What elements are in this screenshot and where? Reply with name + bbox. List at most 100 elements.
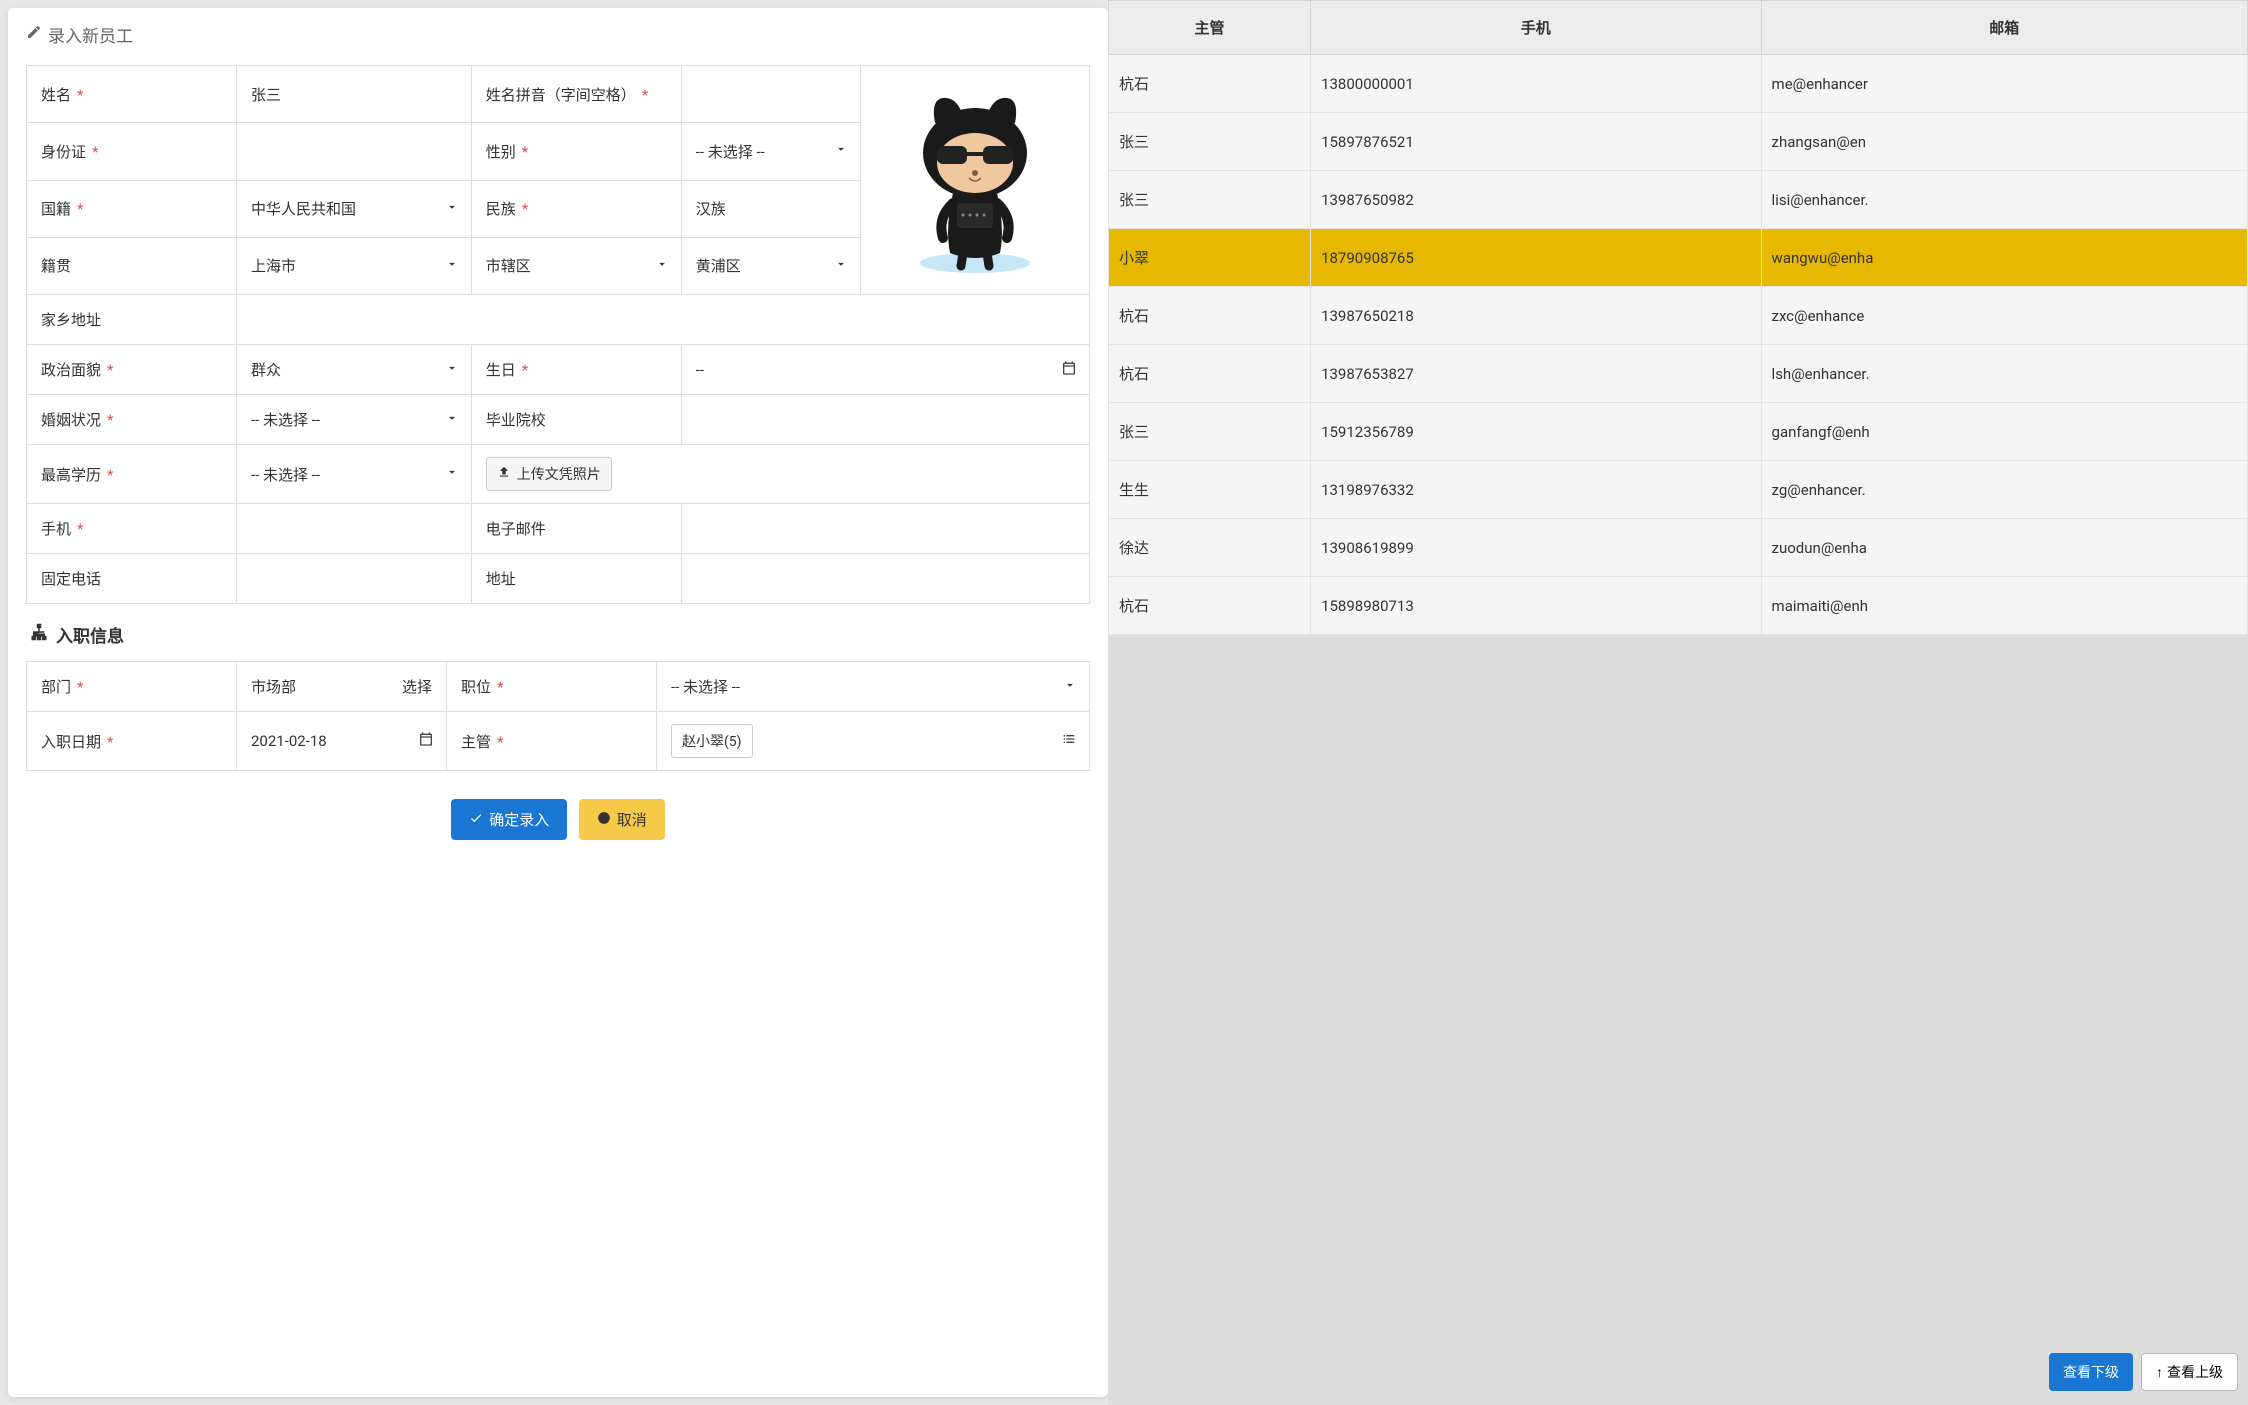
table-cell: 13198976332 [1311,461,1761,519]
table-row[interactable]: 张三15897876521zhangsan@en [1109,113,2248,171]
political-label: 政治面貌* [27,345,237,395]
dept-select-link[interactable]: 选择 [402,676,432,697]
avatar-image[interactable] [861,66,1090,295]
education-label: 最高学历* [27,445,237,504]
supervisor-label: 主管* [447,712,657,771]
home-address-label: 家乡地址 [27,295,237,345]
school-label: 毕业院校 [471,395,681,445]
ethnicity-input[interactable]: 汉族 [681,180,860,237]
col-email[interactable]: 邮箱 [1761,1,2247,55]
employee-table-panel: 主管 手机 邮箱 杭石13800000001me@enhancer张三15897… [1108,0,2248,1405]
confirm-button[interactable]: 确定录入 [451,799,567,840]
table-cell: wangwu@enha [1761,229,2247,287]
table-cell: 13800000001 [1311,55,1761,113]
chevron-down-icon [1063,678,1077,696]
table-cell: 13987650982 [1311,171,1761,229]
chevron-down-icon [445,257,459,275]
upload-diploma-button[interactable]: 上传文凭照片 [486,457,612,491]
phone-input[interactable] [237,554,472,604]
table-cell: 15898980713 [1311,577,1761,635]
col-supervisor[interactable]: 主管 [1109,1,1311,55]
col-phone[interactable]: 手机 [1311,1,1761,55]
octocat-avatar-icon [875,78,1075,278]
table-row[interactable]: 杭石15898980713maimaiti@enh [1109,577,2248,635]
chevron-down-icon [445,361,459,379]
table-row[interactable]: 小翠18790908765wangwu@enha [1109,229,2248,287]
table-footer: 查看下级 ↑ 查看上级 [1108,1353,2248,1391]
table-row[interactable]: 杭石13987653827lsh@enhancer. [1109,345,2248,403]
id-input[interactable] [237,123,472,180]
pencil-icon [26,24,42,45]
table-row[interactable]: 杭石13987650218zxc@enhance [1109,287,2248,345]
origin-city-select[interactable]: 市辖区 [471,237,681,294]
home-address-input[interactable] [237,295,1090,345]
origin-district-select[interactable]: 黄浦区 [681,237,860,294]
table-cell: 小翠 [1109,229,1311,287]
table-cell: ganfangf@enh [1761,403,2247,461]
employee-table: 主管 手机 邮箱 杭石13800000001me@enhancer张三15897… [1108,0,2248,635]
list-icon[interactable] [1061,731,1077,751]
supervisor-chip[interactable]: 赵小翠(5) [671,724,753,758]
nationality-select[interactable]: 中华人民共和国 [237,180,472,237]
cancel-button[interactable]: 取消 [579,799,665,840]
hire-date-input[interactable]: 2021-02-18 [237,712,447,771]
id-label: 身份证* [27,123,237,180]
calendar-icon [418,731,434,751]
modal-footer: 确定录入 取消 [26,771,1090,840]
birthday-input[interactable]: -- [681,345,1089,395]
political-select[interactable]: 群众 [237,345,472,395]
job-info-grid: 部门* 市场部 选择 职位* -- 未选择 -- 入职日期* 2021-02-1… [26,661,1090,771]
position-select[interactable]: -- 未选择 -- [657,662,1090,712]
table-cell: 杭石 [1109,287,1311,345]
employee-entry-modal: 录入新员工 姓名* 张三 姓名拼音（字间空格）* [8,8,1108,1397]
ban-icon [597,811,611,829]
chevron-down-icon [445,200,459,218]
address-label: 地址 [471,554,681,604]
address-input[interactable] [681,554,1089,604]
view-subordinates-button[interactable]: 查看下级 [2049,1353,2133,1391]
email-label: 电子邮件 [471,504,681,554]
chevron-down-icon [445,411,459,429]
check-icon [469,811,483,829]
table-cell: zg@enhancer. [1761,461,2247,519]
table-cell: 张三 [1109,113,1311,171]
origin-label: 籍贯 [27,237,237,294]
view-superiors-button[interactable]: ↑ 查看上级 [2141,1353,2238,1391]
table-cell: 15912356789 [1311,403,1761,461]
email-input[interactable] [681,504,1089,554]
name-input[interactable]: 张三 [237,66,472,123]
table-cell: 13987653827 [1311,345,1761,403]
mobile-input[interactable] [237,504,472,554]
table-row[interactable]: 生生13198976332zg@enhancer. [1109,461,2248,519]
table-row[interactable]: 徐达13908619899zuodun@enha [1109,519,2248,577]
chevron-down-icon [834,142,848,160]
phone-label: 固定电话 [27,554,237,604]
table-cell: 杭石 [1109,55,1311,113]
table-row[interactable]: 杭石13800000001me@enhancer [1109,55,2248,113]
table-cell: 18790908765 [1311,229,1761,287]
mobile-label: 手机* [27,504,237,554]
modal-title-text: 录入新员工 [48,22,133,47]
table-cell: 张三 [1109,403,1311,461]
pinyin-label: 姓名拼音（字间空格）* [471,66,681,123]
name-label: 姓名* [27,66,237,123]
origin-province-select[interactable]: 上海市 [237,237,472,294]
chevron-down-icon [445,465,459,483]
gender-select[interactable]: -- 未选择 -- [681,123,860,180]
table-row[interactable]: 张三13987650982lisi@enhancer. [1109,171,2248,229]
table-cell: 15897876521 [1311,113,1761,171]
table-cell: maimaiti@enh [1761,577,2247,635]
modal-title: 录入新员工 [26,22,1090,47]
dept-label: 部门* [27,662,237,712]
table-cell: 杭石 [1109,345,1311,403]
supervisor-cell: 赵小翠(5) [657,712,1090,771]
table-row[interactable]: 张三15912356789ganfangf@enh [1109,403,2248,461]
school-input[interactable] [681,395,1089,445]
marital-label: 婚姻状况* [27,395,237,445]
pinyin-input[interactable] [681,66,860,123]
education-select[interactable]: -- 未选择 -- [237,445,472,504]
gender-label: 性别* [471,123,681,180]
chevron-down-icon [834,257,848,275]
marital-select[interactable]: -- 未选择 -- [237,395,472,445]
basic-info-grid: 姓名* 张三 姓名拼音（字间空格）* [26,65,1090,604]
